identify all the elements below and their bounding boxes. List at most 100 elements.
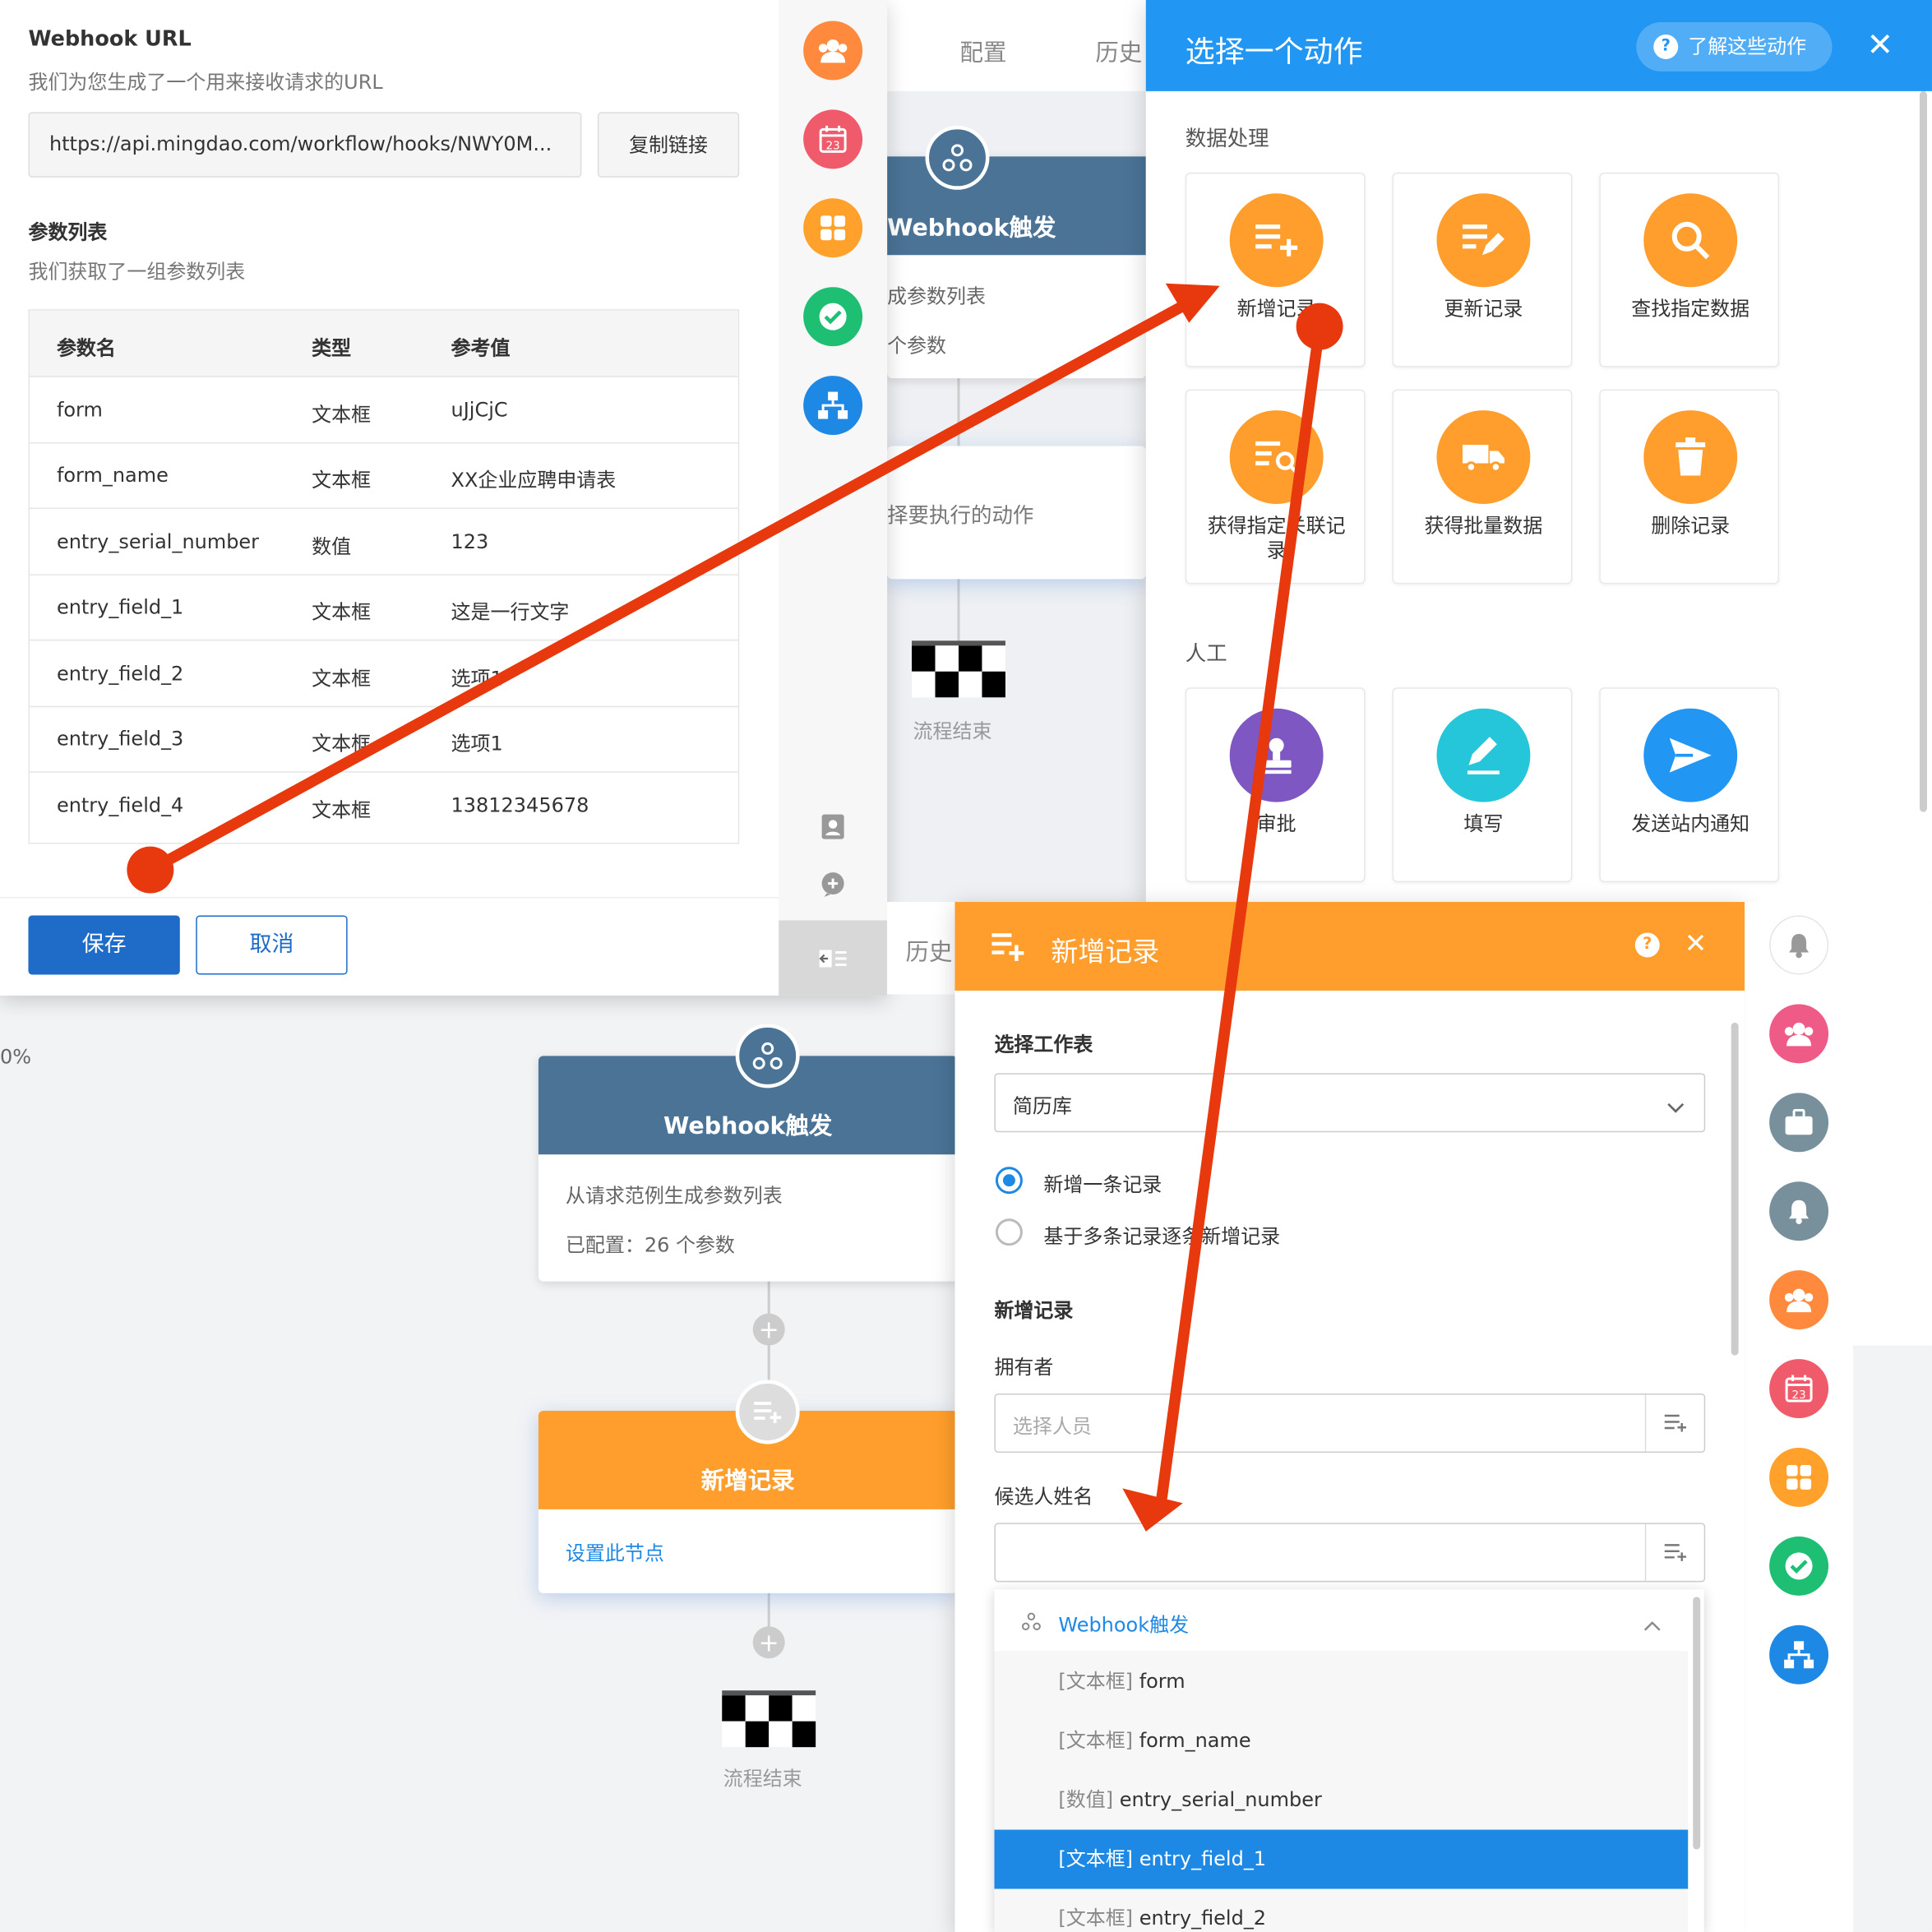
help-icon[interactable]: ? [1634, 932, 1660, 958]
trash-icon [1643, 410, 1738, 504]
bell-icon[interactable] [1769, 915, 1829, 975]
webhook-config-panel: Webhook URL 我们为您生成了一个用来接收请求的URL https://… [0, 0, 888, 996]
param-value: 这是一行文字 [451, 599, 570, 624]
action-card-fill[interactable]: 填写 [1392, 687, 1573, 883]
cancel-button[interactable]: 取消 [196, 915, 348, 975]
action-card-notify[interactable]: 发送站内通知 [1599, 687, 1780, 883]
add-record-icon [735, 1380, 800, 1444]
behind-panel-edge [1853, 902, 1932, 1346]
check-icon[interactable] [1769, 1536, 1829, 1596]
webhook-url-field[interactable]: https://api.mingdao.com/workflow/hooks/N… [28, 112, 582, 178]
insert-field-icon[interactable] [1644, 1523, 1704, 1581]
param-name: entry_field_1 [56, 594, 184, 619]
radio-multi-record[interactable] [995, 1218, 1023, 1246]
table-row: entry_field_2 文本框 选项1 [29, 640, 738, 708]
calendar-icon[interactable]: 23 [803, 109, 863, 169]
insert-field-icon[interactable] [1644, 1394, 1704, 1452]
related-record-icon [1229, 410, 1324, 504]
org-chart-icon[interactable] [803, 376, 863, 436]
flow-end-flag-icon [722, 1690, 816, 1748]
param-type: 数值 [312, 534, 352, 558]
contact-icon[interactable] [818, 812, 848, 842]
webhook-icon [1021, 1611, 1041, 1636]
list-item[interactable]: [文本框] entry_field_2 [994, 1889, 1688, 1932]
scrollbar[interactable] [1731, 1022, 1739, 1356]
scrollbar[interactable] [1919, 90, 1927, 812]
candidate-name-field[interactable] [994, 1523, 1706, 1583]
copy-link-button[interactable]: 复制链接 [597, 112, 740, 178]
configure-node-link[interactable]: 设置此节点 [566, 1537, 664, 1566]
grid-icon[interactable] [803, 198, 863, 258]
list-item[interactable]: [文本框] form_name [994, 1712, 1688, 1771]
bell-icon[interactable] [1769, 1181, 1829, 1241]
check-icon[interactable] [803, 287, 863, 347]
team-icon[interactable] [1769, 1270, 1829, 1330]
action-card-add-record[interactable]: 新增记录 [1185, 172, 1366, 367]
action-label: 删除记录 [1651, 513, 1731, 538]
grid-icon[interactable] [1769, 1447, 1829, 1507]
action-card-find-data[interactable]: 查找指定数据 [1599, 172, 1780, 367]
select-sheet-label: 选择工作表 [994, 1032, 1093, 1056]
calendar-icon[interactable]: 23 [1769, 1359, 1829, 1419]
list-item[interactable]: [文本框] form [994, 1652, 1688, 1712]
tab-history[interactable]: 历史 [1095, 35, 1142, 67]
table-row: entry_field_3 文本框 选项1 [29, 706, 738, 773]
chevron-up-icon [1643, 1614, 1661, 1637]
radio-single-record[interactable] [995, 1167, 1023, 1195]
webhook-url-title: Webhook URL [28, 26, 192, 52]
radio-multi-label: 基于多条记录逐条新增记录 [1043, 1224, 1281, 1249]
action-label: 获得指定关联记录 [1207, 513, 1346, 562]
owner-field[interactable]: 选择人员 [994, 1394, 1706, 1453]
param-value: uJjCjC [451, 398, 508, 422]
dropdown-group-label: Webhook触发 [1058, 1612, 1190, 1637]
org-chart-icon[interactable] [1769, 1625, 1829, 1685]
new-record-section-label: 新增记录 [994, 1298, 1074, 1323]
chat-icon[interactable] [818, 870, 848, 899]
table-header: 参数名 类型 参考值 [29, 310, 738, 377]
field-type: [数值] [1058, 1787, 1114, 1812]
action-card-approval[interactable]: 审批 [1185, 687, 1366, 883]
close-icon[interactable]: ✕ [1867, 30, 1894, 62]
list-item-selected[interactable]: [文本框] entry_field_1 [994, 1829, 1689, 1889]
param-name: entry_field_4 [56, 793, 184, 817]
dropdown-group-header[interactable]: Webhook触发 [994, 1589, 1689, 1652]
sheet-select[interactable]: 简历库 [994, 1073, 1706, 1133]
table-row: form 文本框 uJjCjC [29, 377, 738, 444]
webhook-trigger-node[interactable]: Webhook触发 从请求范例生成参数列表 已配置：26 个参数 [538, 1056, 958, 1282]
tab-history[interactable]: 历史 [906, 934, 953, 967]
action-card-batch-data[interactable]: 获得批量数据 [1392, 389, 1573, 585]
briefcase-icon[interactable] [1769, 1093, 1829, 1153]
action-picker-title: 选择一个动作 [1185, 34, 1363, 69]
table-row: entry_serial_number 数值 123 [29, 509, 738, 575]
param-name: form [56, 398, 103, 422]
tab-config[interactable]: 配置 [959, 35, 1006, 67]
add-node-plus-icon[interactable]: + [752, 1626, 785, 1659]
field-name: form_name [1139, 1728, 1251, 1753]
param-type: 文本框 [312, 798, 372, 822]
table-row: entry_field_4 文本框 13812345678 [30, 773, 738, 843]
behind-webhook-node: Webhook触发 成参数列表 个参数 [887, 156, 1146, 379]
action-card-related-record[interactable]: 获得指定关联记录 [1185, 389, 1366, 585]
team-icon[interactable] [1769, 1004, 1829, 1064]
behind-webhook-line2: 个参数 [887, 334, 947, 358]
team-icon[interactable] [803, 21, 863, 81]
candidate-name-label: 候选人姓名 [994, 1484, 1093, 1509]
column-header: 参考值 [451, 336, 511, 360]
param-value: 13812345678 [451, 793, 589, 817]
scrollbar[interactable] [1693, 1597, 1701, 1850]
close-icon[interactable]: ✕ [1685, 931, 1708, 959]
action-card-update-record[interactable]: 更新记录 [1392, 172, 1573, 367]
list-item[interactable]: [数值] entry_serial_number [994, 1771, 1688, 1830]
field-type: [文本框] [1058, 1669, 1134, 1694]
table-row: form_name 文本框 XX企业应聘申请表 [29, 442, 738, 509]
action-card-delete-record[interactable]: 删除记录 [1599, 389, 1780, 585]
send-icon [1643, 708, 1738, 802]
param-type: 文本框 [312, 599, 372, 624]
collapse-icon[interactable] [818, 944, 848, 973]
add-record-node[interactable]: 新增记录 设置此节点 [538, 1411, 958, 1593]
field-dropdown: Webhook触发 [文本框] form [文本框] form_name [数值… [994, 1589, 1704, 1932]
param-type: 文本框 [312, 403, 372, 427]
add-node-plus-icon[interactable]: + [752, 1313, 785, 1346]
search-icon [1643, 193, 1738, 288]
save-button[interactable]: 保存 [28, 915, 180, 975]
